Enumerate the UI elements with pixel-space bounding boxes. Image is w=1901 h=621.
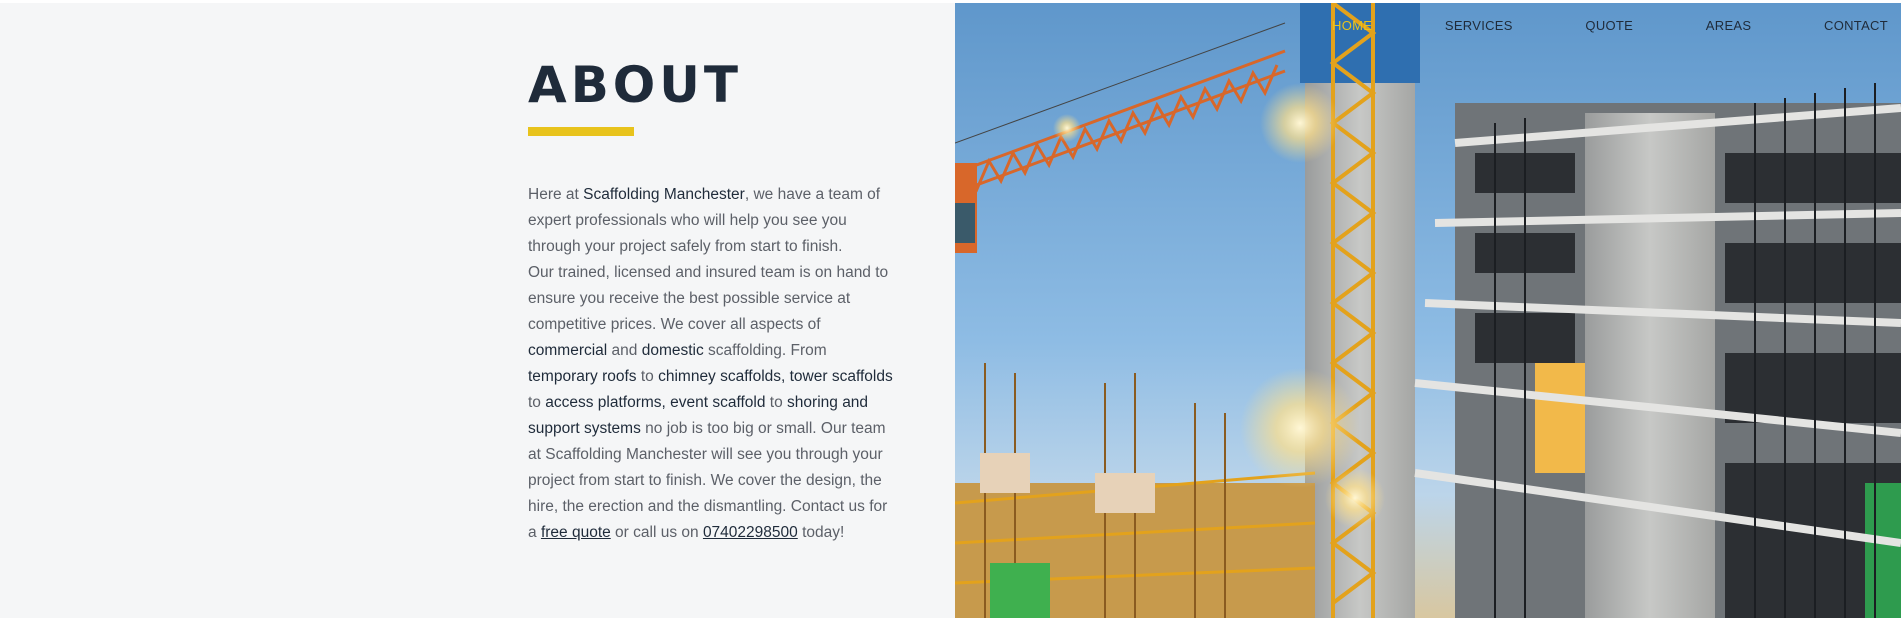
body-text: Our trained, licensed and insured team i… <box>528 264 889 333</box>
body-text: to <box>765 394 788 411</box>
company-name: Scaffolding Manchester <box>583 186 745 203</box>
service-temporary-roofs: temporary roofs <box>528 368 637 385</box>
page: ABOUT Here at Scaffolding Manchester, we… <box>0 0 1901 621</box>
phone-link[interactable]: 07402298500 <box>703 524 798 541</box>
nav-item-home[interactable]: HOME <box>1330 16 1374 35</box>
about-body: Here at Scaffolding Manchester, we have … <box>528 182 898 546</box>
nav-item-quote[interactable]: QUOTE <box>1583 16 1635 35</box>
service-chimney-tower-scaffolds: chimney scaffolds, tower scaffolds <box>658 368 893 385</box>
nav-item-services[interactable]: SERVICES <box>1443 16 1515 35</box>
construction-illustration <box>955 3 1901 618</box>
body-text: no job is too big or small. Our team at … <box>528 420 888 541</box>
body-text: or call us on <box>610 524 703 541</box>
service-access-event: access platforms, event scaffold <box>545 394 766 411</box>
body-text: scaffolding. From <box>703 342 827 359</box>
nav-item-areas[interactable]: AREAS <box>1704 16 1754 35</box>
nav-item-contact[interactable]: CONTACT <box>1822 16 1890 35</box>
service-commercial: commercial <box>528 342 608 359</box>
heading-underline <box>528 127 634 136</box>
body-text: Here at <box>528 186 584 203</box>
body-text: and <box>607 342 642 359</box>
about-text-panel: ABOUT Here at Scaffolding Manchester, we… <box>0 3 955 618</box>
free-quote-link[interactable]: free quote <box>541 524 611 541</box>
construction-site-image <box>955 3 1901 618</box>
body-text: today! <box>797 524 845 541</box>
about-section: ABOUT Here at Scaffolding Manchester, we… <box>0 3 1901 618</box>
main-navigation: HOME SERVICES QUOTE AREAS CONTACT <box>1330 13 1890 37</box>
about-heading: ABOUT <box>528 56 743 114</box>
body-text: to <box>636 368 659 385</box>
service-domestic: domestic <box>641 342 704 359</box>
body-text: to <box>528 394 546 411</box>
